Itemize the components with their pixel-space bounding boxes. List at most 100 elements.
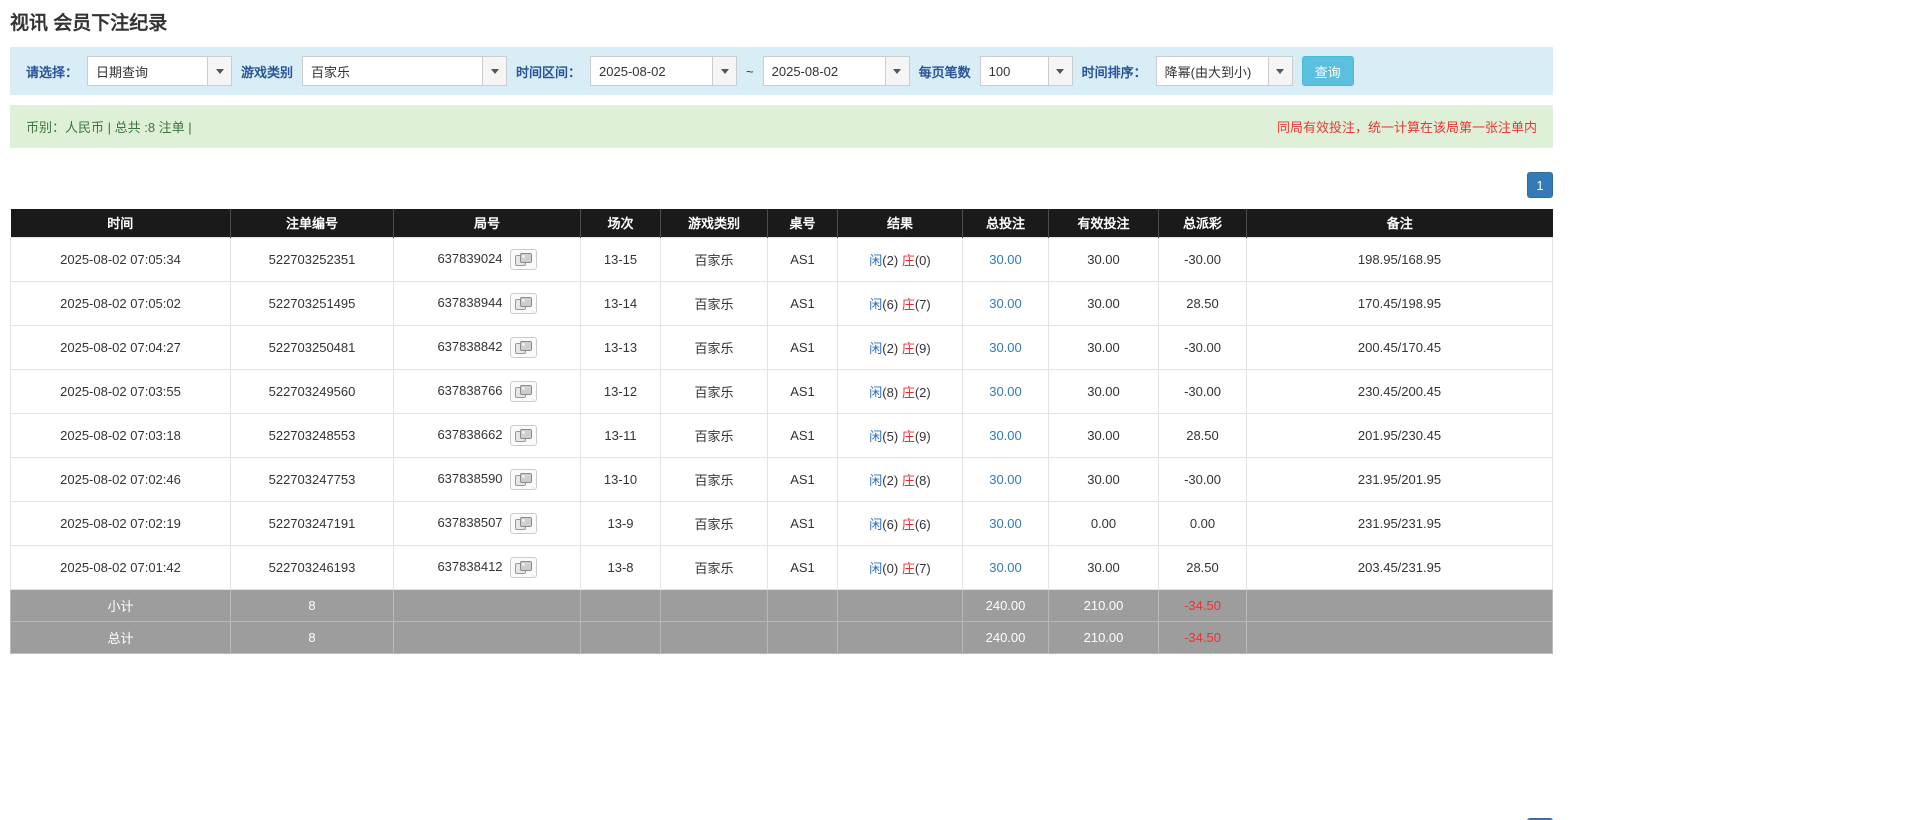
- date-from-caret-button[interactable]: [712, 56, 738, 86]
- subtotal-total-bet: 240.00: [962, 588, 1049, 622]
- cell-game: 百家乐: [660, 412, 768, 458]
- query-type-select[interactable]: [87, 56, 233, 86]
- cell-valid-bet: 30.00: [1048, 456, 1159, 502]
- cards-icon: [514, 340, 532, 354]
- total-bet-link[interactable]: 30.00: [989, 384, 1022, 399]
- per-page-caret-button[interactable]: [1047, 56, 1073, 86]
- date-to-picker[interactable]: [762, 56, 910, 86]
- chevron-down-icon: [490, 68, 499, 74]
- date-from-picker[interactable]: [590, 56, 738, 86]
- cell-bet-id: 522703252351: [230, 236, 394, 282]
- player-result-value: (6): [882, 516, 899, 532]
- valid-bet-notice: 同局有效投注，统一计算在该局第一张注单内: [1276, 120, 1537, 135]
- cell-time: 2025-08-02 07:05:34: [10, 236, 231, 282]
- time-sort-input[interactable]: [1155, 56, 1268, 86]
- round-result-button[interactable]: [509, 292, 537, 314]
- cell-session: 13-13: [580, 324, 661, 370]
- subtotal-valid-bet: 210.00: [1048, 588, 1159, 622]
- total-bet-link[interactable]: 30.00: [989, 340, 1022, 355]
- time-sort-select[interactable]: [1155, 56, 1293, 86]
- col-valid-bet: 有效投注: [1048, 209, 1159, 237]
- col-total-bet: 总投注: [962, 209, 1049, 237]
- banker-result-value: (9): [914, 428, 931, 444]
- cell-bet-id: 522703247753: [230, 456, 394, 502]
- player-result-value: (8): [882, 384, 899, 400]
- query-type-input[interactable]: [87, 56, 208, 86]
- cell-total-bet: 30.00: [962, 324, 1049, 370]
- chevron-down-icon: [893, 68, 902, 74]
- banker-result-value: (9): [914, 340, 931, 356]
- cell-remark: 198.95/168.95: [1246, 236, 1553, 282]
- round-result-button[interactable]: [509, 556, 537, 578]
- cell-time: 2025-08-02 07:05:02: [10, 280, 231, 326]
- round-number: 637838766: [437, 382, 503, 398]
- game-category-input[interactable]: [302, 56, 483, 86]
- cell-total-bet: 30.00: [962, 544, 1049, 590]
- date-from-input[interactable]: [590, 56, 713, 86]
- cell-table: AS1: [767, 412, 838, 458]
- table-row: 2025-08-02 07:05:34 522703252351 637839024…: [10, 236, 1553, 282]
- cell-round: 637838944: [393, 280, 581, 326]
- cell-round: 637839024: [393, 236, 581, 282]
- total-bet-link[interactable]: 30.00: [989, 472, 1022, 487]
- game-category-caret-button[interactable]: [482, 56, 508, 86]
- cell-round: 637838662: [393, 412, 581, 458]
- date-to-caret-button[interactable]: [884, 56, 910, 86]
- cell-remark: 170.45/198.95: [1246, 280, 1553, 326]
- cards-icon: [514, 296, 532, 310]
- cell-time: 2025-08-02 07:01:42: [10, 544, 231, 590]
- chevron-down-icon: [1276, 68, 1285, 74]
- round-number: 637838662: [437, 426, 503, 442]
- round-number: 637838944: [437, 294, 503, 310]
- search-button[interactable]: 查询: [1301, 56, 1354, 86]
- page-content: 视讯 会员下注纪录 请选择： 游戏类别 时间区间： ~ 每页笔数 时间排序：: [10, 0, 1553, 820]
- banker-result-label: 庄: [901, 472, 915, 488]
- total-bet-link[interactable]: 30.00: [989, 428, 1022, 443]
- round-number: 637838842: [437, 338, 503, 354]
- cell-remark: 203.45/231.95: [1246, 544, 1553, 590]
- time-sort-caret-button[interactable]: [1267, 56, 1293, 86]
- round-result-button[interactable]: [509, 512, 537, 534]
- cell-table: AS1: [767, 500, 838, 546]
- round-result-button[interactable]: [509, 380, 537, 402]
- cell-result: 闲(2) 庄(9): [837, 324, 963, 370]
- total-bet-link[interactable]: 30.00: [989, 296, 1022, 311]
- cell-session: 13-8: [580, 544, 661, 590]
- round-number: 637839024: [437, 250, 503, 266]
- cell-round: 637838412: [393, 544, 581, 590]
- date-to-input[interactable]: [762, 56, 885, 86]
- query-type-caret-button[interactable]: [207, 56, 233, 86]
- total-bet-link[interactable]: 30.00: [989, 252, 1022, 267]
- select-type-label: 请选择：: [26, 64, 79, 80]
- cell-valid-bet: 30.00: [1048, 412, 1159, 458]
- round-result-button[interactable]: [509, 424, 537, 446]
- page-1-button[interactable]: 1: [1527, 172, 1553, 198]
- cell-payout: 28.50: [1158, 412, 1247, 458]
- col-round: 局号: [393, 209, 581, 237]
- summary-bar: 币别：人民币 | 总共 :8 注单 | 同局有效投注，统一计算在该局第一张注单内: [10, 105, 1553, 148]
- game-category-select[interactable]: [302, 56, 508, 86]
- round-result-button[interactable]: [509, 248, 537, 270]
- subtotal-label: 小计: [10, 588, 231, 622]
- cell-session: 13-15: [580, 236, 661, 282]
- range-separator: ~: [746, 63, 754, 79]
- cell-bet-id: 522703246193: [230, 544, 394, 590]
- cards-icon: [514, 428, 532, 442]
- cell-round: 637838842: [393, 324, 581, 370]
- per-page-input[interactable]: [979, 56, 1048, 86]
- cell-result: 闲(6) 庄(7): [837, 280, 963, 326]
- time-sort-label: 时间排序：: [1081, 64, 1147, 80]
- total-bet-link[interactable]: 30.00: [989, 560, 1022, 575]
- table-body: 2025-08-02 07:05:34 522703252351 637839024…: [10, 236, 1553, 590]
- total-bet-link[interactable]: 30.00: [989, 516, 1022, 531]
- round-number: 637838590: [437, 470, 503, 486]
- per-page-select[interactable]: [979, 56, 1073, 86]
- banker-result-label: 庄: [901, 516, 915, 532]
- round-result-button[interactable]: [509, 336, 537, 358]
- player-result-label: 闲: [869, 560, 883, 576]
- cell-total-bet: 30.00: [962, 368, 1049, 414]
- banker-result-label: 庄: [901, 252, 915, 268]
- cell-time: 2025-08-02 07:03:55: [10, 368, 231, 414]
- round-result-button[interactable]: [509, 468, 537, 490]
- cell-payout: -30.00: [1158, 324, 1247, 370]
